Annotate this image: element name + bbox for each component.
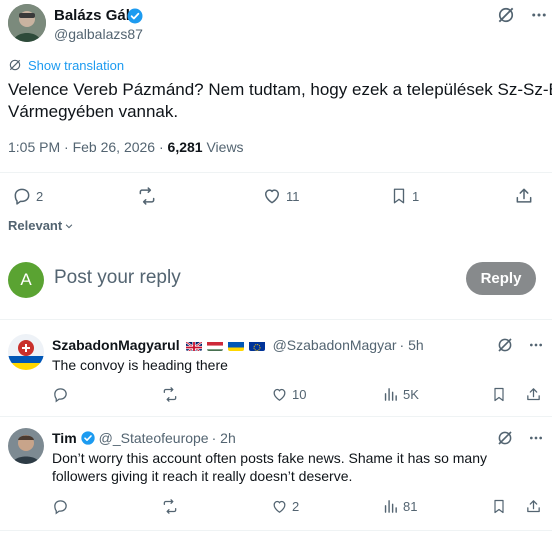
reply-input[interactable]: Post your reply: [54, 267, 181, 289]
like-count: 2: [292, 499, 300, 514]
divider: [0, 319, 552, 320]
share-icon[interactable]: [514, 186, 534, 206]
bookmark-icon[interactable]: [491, 386, 507, 403]
like-count: 10: [292, 387, 307, 402]
views-label: Views: [202, 139, 244, 155]
uk-flag-icon: [185, 340, 202, 351]
reply-count: 2: [36, 188, 44, 204]
reply-button[interactable]: Reply: [466, 262, 536, 295]
reply-author-name[interactable]: SzabadonMagyarul: [52, 337, 180, 353]
more-icon[interactable]: [530, 6, 548, 24]
reply-icon: [12, 186, 32, 206]
tweet-meta: 1:05 PM · Feb 26, 2026 · 6,281 Views: [8, 139, 244, 155]
composer-avatar-letter: A: [20, 270, 32, 289]
like-count: 11: [286, 188, 300, 204]
heart-icon: [271, 498, 288, 515]
reply-author-handle[interactable]: @SzabadonMagyar: [273, 337, 397, 353]
more-icon[interactable]: [528, 430, 544, 446]
author-avatar[interactable]: [8, 4, 46, 42]
sort-dropdown[interactable]: Relevant: [8, 218, 74, 233]
bookmark-icon: [390, 186, 408, 206]
views-count: 81: [403, 499, 418, 514]
repost-icon[interactable]: [161, 386, 179, 403]
hungary-flag-icon: [206, 340, 223, 351]
reply-timestamp[interactable]: · 5h: [400, 337, 424, 353]
reply-text-line2: followers giving it reach it really does…: [52, 468, 353, 484]
divider: [0, 416, 552, 417]
chevron-down-icon: [64, 221, 74, 231]
bookmark-count: 1: [412, 188, 420, 204]
tweet-timestamp[interactable]: 1:05 PM · Feb 26, 2026 ·: [8, 139, 168, 155]
bookmark-action[interactable]: 1: [390, 186, 419, 206]
grok-icon[interactable]: [496, 5, 516, 25]
reply-avatar[interactable]: [8, 428, 44, 464]
heart-icon: [271, 386, 288, 403]
views-action[interactable]: 81: [382, 498, 417, 515]
bookmark-icon[interactable]: [491, 498, 507, 515]
repost-icon[interactable]: [136, 186, 158, 206]
tweet-text-line1: Velence Vereb Pázmánd? Nem tudtam, hogy …: [8, 80, 552, 99]
reply-action[interactable]: 2: [12, 186, 43, 206]
views-chart-icon: [382, 498, 399, 515]
author-name[interactable]: Balázs Gál: [54, 7, 130, 24]
views-count: 6,281: [167, 139, 203, 155]
composer-avatar: A: [8, 262, 44, 298]
reply-icon[interactable]: [52, 386, 69, 403]
reply-text: The convoy is heading there: [52, 357, 228, 373]
reply-icon[interactable]: [52, 498, 69, 515]
share-icon[interactable]: [525, 386, 542, 403]
eu-flag-icon: [248, 340, 265, 351]
ukraine-flag-icon: [227, 340, 244, 351]
show-translation-link[interactable]: Show translation: [28, 58, 124, 73]
views-action[interactable]: 5K: [382, 386, 419, 403]
like-action[interactable]: 10: [271, 386, 306, 403]
reply-text-line1: Don’t worry this account often posts fak…: [52, 450, 487, 466]
more-icon[interactable]: [528, 337, 544, 353]
translate-icon: [8, 58, 22, 72]
grok-icon[interactable]: [496, 429, 514, 447]
like-action[interactable]: 11: [262, 186, 300, 206]
heart-icon: [262, 186, 282, 206]
verified-badge-icon: [126, 7, 144, 25]
repost-icon[interactable]: [161, 498, 179, 515]
reply-avatar[interactable]: [8, 334, 44, 370]
views-chart-icon: [382, 386, 399, 403]
reply-header: Tim @_Stateofeurope · 2h: [52, 430, 236, 446]
author-handle[interactable]: @galbalazs87: [54, 26, 143, 42]
divider: [0, 172, 552, 173]
like-action[interactable]: 2: [271, 498, 299, 515]
tweet-text-line2: Vármegyében vannak.: [8, 102, 179, 121]
share-icon[interactable]: [525, 498, 542, 515]
sort-label: Relevant: [8, 218, 63, 233]
reply-author-handle[interactable]: @_Stateofeurope: [99, 430, 209, 446]
verified-badge-icon: [80, 430, 96, 446]
reply-header: SzabadonMagyarul @SzabadonMagyar · 5h: [52, 337, 424, 353]
reply-timestamp[interactable]: · 2h: [212, 430, 236, 446]
views-count: 5K: [403, 387, 419, 402]
reply-author-name[interactable]: Tim: [52, 430, 77, 446]
divider: [0, 530, 552, 531]
grok-icon[interactable]: [496, 336, 514, 354]
